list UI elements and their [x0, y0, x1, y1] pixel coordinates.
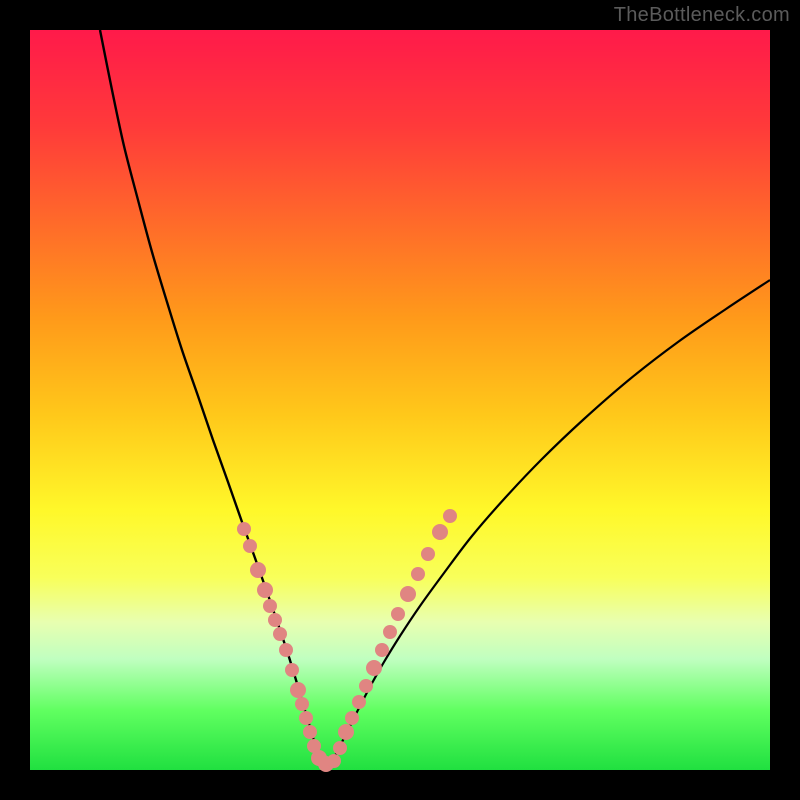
data-marker — [279, 643, 293, 657]
data-marker — [411, 567, 425, 581]
data-marker — [375, 643, 389, 657]
data-marker — [273, 627, 287, 641]
data-marker — [268, 613, 282, 627]
chart-container: TheBottleneck.com — [0, 0, 800, 800]
data-marker — [391, 607, 405, 621]
data-marker — [421, 547, 435, 561]
data-marker — [432, 524, 448, 540]
data-marker — [290, 682, 306, 698]
watermark-text: TheBottleneck.com — [614, 4, 790, 27]
right-branch-curve — [330, 280, 770, 765]
data-marker — [383, 625, 397, 639]
data-marker — [352, 695, 366, 709]
data-marker — [263, 599, 277, 613]
data-marker — [338, 724, 354, 740]
data-marker — [366, 660, 382, 676]
data-marker — [303, 725, 317, 739]
data-marker — [257, 582, 273, 598]
data-marker — [299, 711, 313, 725]
data-marker — [285, 663, 299, 677]
data-markers — [237, 509, 457, 772]
data-marker — [327, 754, 341, 768]
curve-svg — [30, 30, 770, 770]
data-marker — [443, 509, 457, 523]
data-marker — [237, 522, 251, 536]
data-marker — [345, 711, 359, 725]
data-marker — [400, 586, 416, 602]
data-marker — [243, 539, 257, 553]
data-marker — [250, 562, 266, 578]
data-marker — [295, 697, 309, 711]
data-marker — [359, 679, 373, 693]
plot-area — [30, 30, 770, 770]
data-marker — [333, 741, 347, 755]
